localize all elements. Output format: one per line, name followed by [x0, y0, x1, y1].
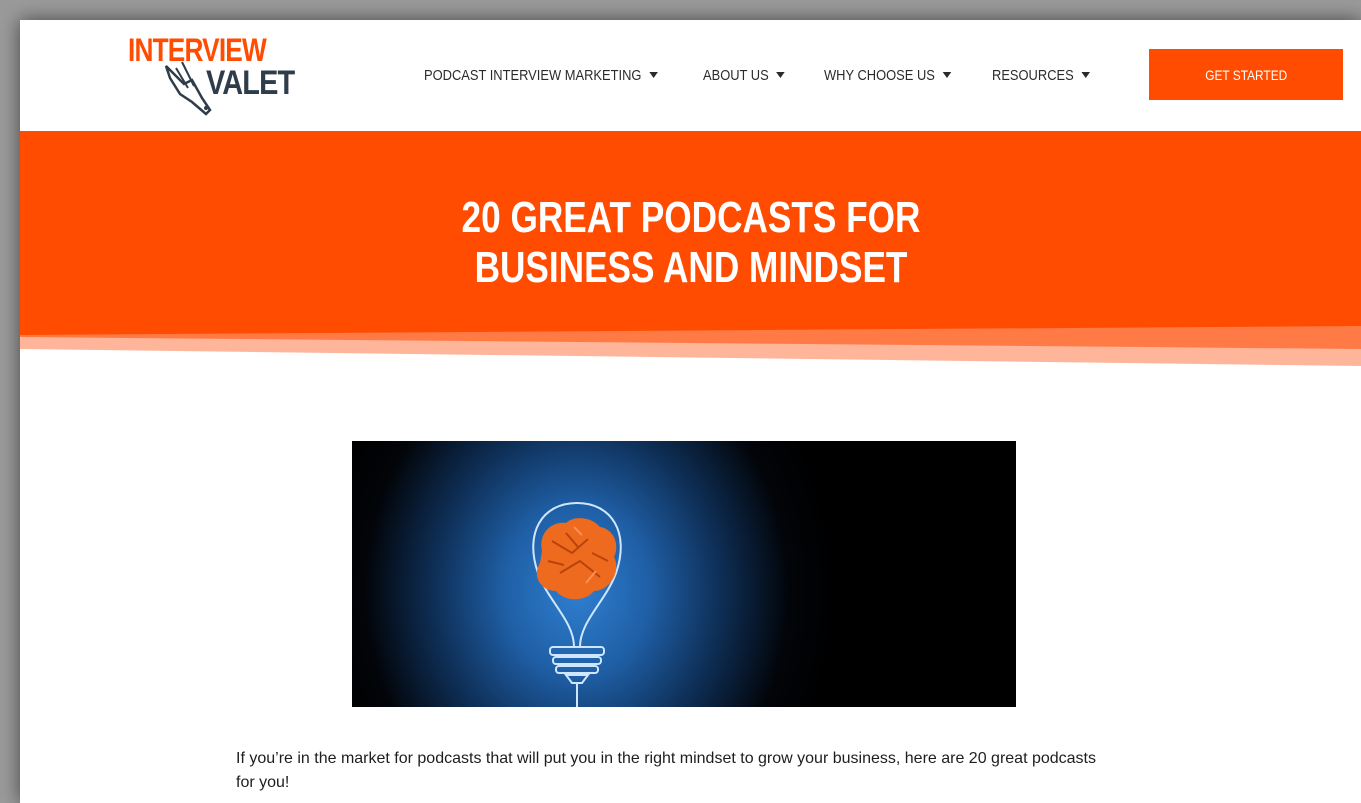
nav-item-podcast-interview-marketing[interactable]: PODCAST INTERVIEW MARKETING	[424, 67, 658, 84]
nav-item-label: WHY CHOOSE US	[824, 66, 936, 84]
get-started-label: GET STARTED	[1205, 66, 1287, 83]
nav-item-about-us[interactable]: ABOUT US	[703, 67, 785, 84]
nav-item-label: RESOURCES	[992, 66, 1074, 84]
featured-image	[352, 441, 1016, 707]
light-bulb-icon	[532, 501, 622, 707]
caret-down-icon	[649, 72, 658, 78]
article-intro: If you’re in the market for podcasts tha…	[236, 750, 1096, 791]
hero-banner: 20 GREAT PODCASTS FOR BUSINESS AND MINDS…	[20, 131, 1361, 371]
page-title: 20 GREAT PODCASTS FOR BUSINESS AND MINDS…	[20, 193, 1361, 293]
logo-text-valet: VALET	[206, 64, 295, 102]
caret-down-icon	[1081, 72, 1091, 78]
nav-item-resources[interactable]: RESOURCES	[992, 66, 1091, 84]
caret-down-icon	[776, 72, 785, 78]
site-logo[interactable]: INTERVIEW VALET	[128, 32, 308, 116]
caret-down-icon	[942, 72, 952, 78]
site-header: INTERVIEW VALET PODCAST INTERVIEW MARKET…	[20, 20, 1361, 131]
nav-item-why-choose-us[interactable]: WHY CHOOSE US	[824, 66, 952, 84]
nav-item-label: PODCAST INTERVIEW MARKETING	[424, 66, 642, 84]
browser-page: INTERVIEW VALET PODCAST INTERVIEW MARKET…	[20, 20, 1361, 803]
main-nav: PODCAST INTERVIEW MARKETING ABOUT US WHY…	[424, 63, 1140, 87]
get-started-button[interactable]: GET STARTED	[1149, 49, 1343, 100]
page-title-text: 20 GREAT PODCASTS FOR BUSINESS AND MINDS…	[461, 193, 920, 292]
nav-item-label: ABOUT US	[702, 66, 769, 84]
